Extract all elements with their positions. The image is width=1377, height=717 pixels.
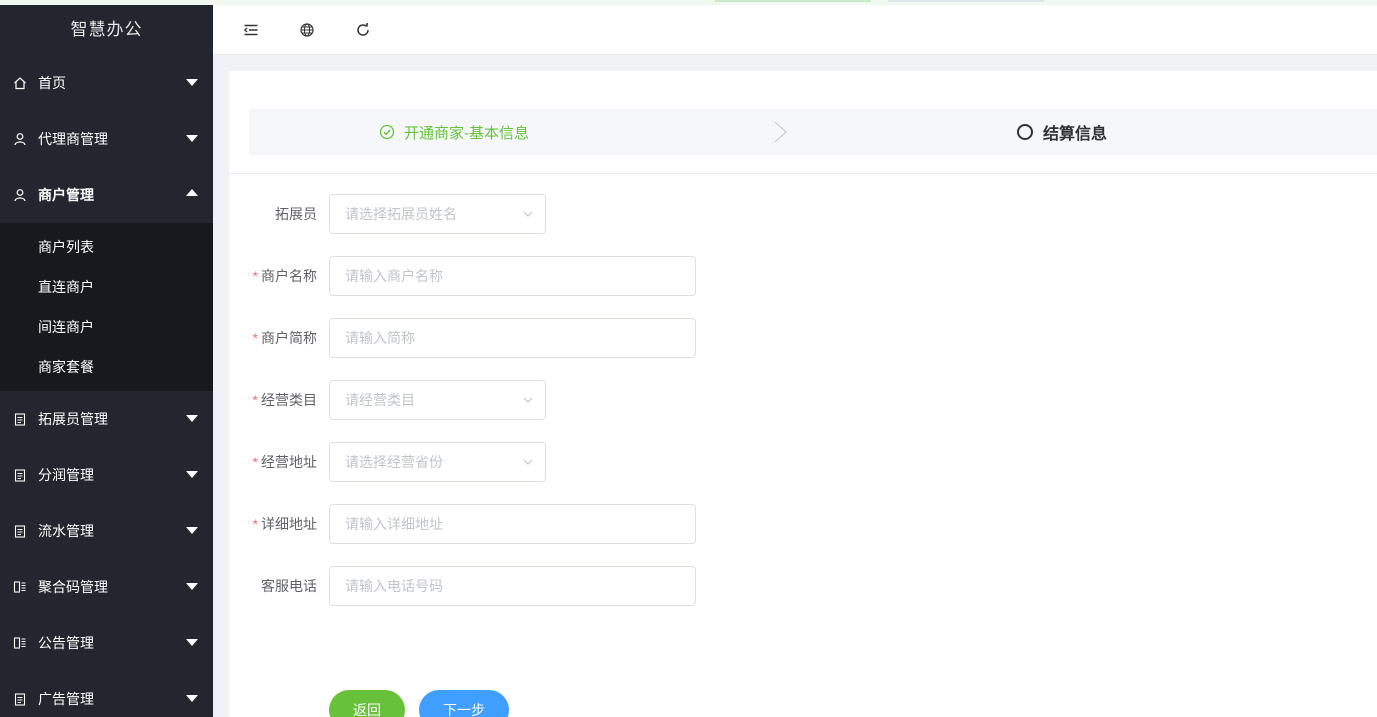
user-icon xyxy=(13,132,27,146)
step-label: 开通商家-基本信息 xyxy=(404,124,529,142)
main-card: 开通商家-基本信息 结算信息 拓展员 请选择拓展员姓名 * 商户名称 请输入商户名… xyxy=(229,71,1377,717)
form-row-service-phone: 客服电话 请输入电话号码 xyxy=(229,566,929,606)
sidebar-item-home[interactable]: 首页 xyxy=(0,55,213,111)
check-circle-icon xyxy=(379,124,395,140)
sidebar-subitem-direct-merchants[interactable]: 直连商户 xyxy=(0,267,213,307)
top-strip-segment xyxy=(715,0,871,2)
sidebar-item-transactions[interactable]: 流水管理 xyxy=(0,503,213,559)
field-label: 拓展员 xyxy=(275,206,317,222)
field-label: * 详细地址 xyxy=(252,516,317,532)
form-row-merchant-name: * 商户名称 请输入商户名称 xyxy=(229,256,929,296)
chevron-down-icon xyxy=(523,397,533,403)
steps-bar: 开通商家-基本信息 结算信息 xyxy=(249,109,1377,155)
field-placeholder: 请选择经营省份 xyxy=(345,454,443,470)
business-category-select[interactable]: 请经营类目 xyxy=(329,380,546,420)
home-icon xyxy=(13,76,27,90)
sidebar-item-announcements[interactable]: 公告管理 xyxy=(0,615,213,671)
qrcode-icon xyxy=(13,636,27,650)
field-label: 客服电话 xyxy=(261,578,317,594)
form-row-short-name: * 商户简称 请输入简称 xyxy=(229,318,929,358)
menu-fold-icon[interactable] xyxy=(241,20,261,40)
sidebar-item-agents[interactable]: 代理商管理 xyxy=(0,111,213,167)
caret-down-icon xyxy=(186,415,198,422)
field-placeholder: 请输入电话号码 xyxy=(345,578,443,594)
field-label: * 商户名称 xyxy=(252,268,317,284)
merchants-submenu: 商户列表 直连商户 间连商户 商家套餐 xyxy=(0,223,213,391)
clipboard-icon xyxy=(13,524,27,538)
field-placeholder: 请输入详细地址 xyxy=(345,516,443,532)
step-basic-info: 开通商家-基本信息 xyxy=(379,109,529,155)
chevron-down-icon xyxy=(523,211,533,217)
service-phone-input[interactable]: 请输入电话号码 xyxy=(329,566,696,606)
step-settlement-info: 结算信息 xyxy=(1017,109,1107,155)
top-strip-segment xyxy=(888,0,1044,2)
caret-down-icon xyxy=(186,471,198,478)
caret-down-icon xyxy=(186,527,198,534)
sidebar-item-qrcodes[interactable]: 聚合码管理 xyxy=(0,559,213,615)
refresh-icon[interactable] xyxy=(353,20,373,40)
detailed-address-input[interactable]: 请输入详细地址 xyxy=(329,504,696,544)
caret-up-icon xyxy=(186,189,198,196)
field-label: * 经营地址 xyxy=(252,454,317,470)
caret-down-icon xyxy=(186,135,198,142)
sidebar-subitem-indirect-merchants[interactable]: 间连商户 xyxy=(0,307,213,347)
sidebar-subitem-merchant-packages[interactable]: 商家套餐 xyxy=(0,347,213,387)
form-row-business-category: * 经营类目 请经营类目 xyxy=(229,380,929,420)
divider xyxy=(229,173,1377,174)
clipboard-icon xyxy=(13,412,27,426)
field-label: * 经营类目 xyxy=(252,392,317,408)
globe-icon[interactable] xyxy=(297,20,317,40)
field-placeholder: 请输入简称 xyxy=(345,330,415,346)
form-row-detailed-address: * 详细地址 请输入详细地址 xyxy=(229,504,929,544)
step-label: 结算信息 xyxy=(1043,126,1108,143)
form-row-promoter: 拓展员 请选择拓展员姓名 xyxy=(229,194,929,234)
back-button[interactable]: 返回 xyxy=(329,690,405,717)
step-separator-arrow-icon xyxy=(774,121,787,143)
merchant-name-input[interactable]: 请输入商户名称 xyxy=(329,256,696,296)
brand-title: 智慧办公 xyxy=(70,20,143,39)
sidebar-item-ads[interactable]: 广告管理 xyxy=(0,671,213,717)
promoter-select[interactable]: 请选择拓展员姓名 xyxy=(329,194,546,234)
form-row-business-address: * 经营地址 请选择经营省份 xyxy=(229,442,929,482)
caret-down-icon xyxy=(186,639,198,646)
step-ring-icon xyxy=(1017,124,1033,140)
field-placeholder: 请选择拓展员姓名 xyxy=(345,206,457,222)
caret-down-icon xyxy=(186,695,198,702)
province-select[interactable]: 请选择经营省份 xyxy=(329,442,546,482)
chevron-down-icon xyxy=(523,459,533,465)
caret-down-icon xyxy=(186,79,198,86)
caret-down-icon xyxy=(186,583,198,590)
top-header xyxy=(213,5,1377,55)
clipboard-icon xyxy=(13,692,27,706)
field-placeholder: 请输入商户名称 xyxy=(345,268,443,284)
clipboard-icon xyxy=(13,468,27,482)
qrcode-icon xyxy=(13,580,27,594)
sidebar-subitem-merchant-list[interactable]: 商户列表 xyxy=(0,227,213,267)
sidebar-item-promoters[interactable]: 拓展员管理 xyxy=(0,391,213,447)
short-name-input[interactable]: 请输入简称 xyxy=(329,318,696,358)
next-step-button[interactable]: 下一步 xyxy=(419,690,509,717)
sidebar-item-merchants[interactable]: 商户管理 xyxy=(0,167,213,223)
user-icon xyxy=(13,188,27,202)
field-label: * 商户简称 xyxy=(252,330,317,346)
field-placeholder: 请经营类目 xyxy=(345,392,415,408)
sidebar-item-profit-sharing[interactable]: 分润管理 xyxy=(0,447,213,503)
sidebar: 智慧办公 首页 代理商管理 商户管理 商户列表 直连商户 间连商户 商家套餐 拓… xyxy=(0,5,213,717)
